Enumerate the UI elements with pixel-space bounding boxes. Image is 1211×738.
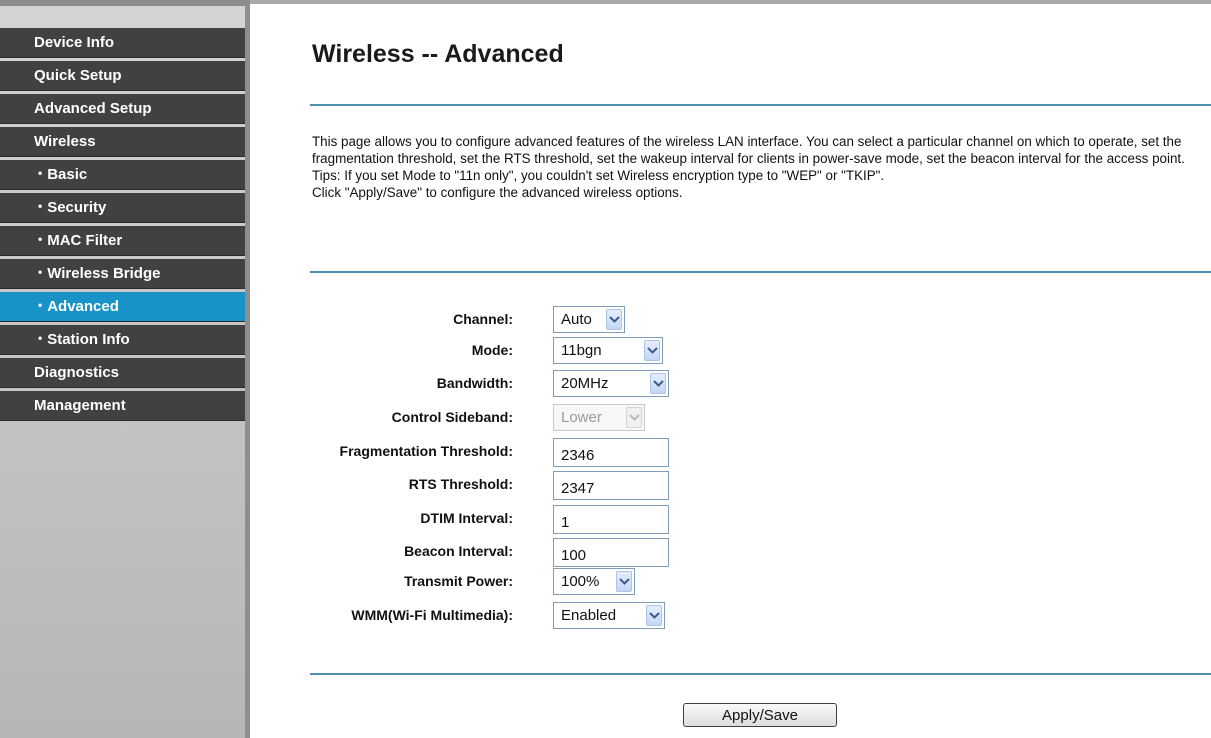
- fragmentation-threshold-row: Fragmentation Threshold: 2346: [250, 436, 1211, 467]
- dtim-interval-input[interactable]: 1: [553, 505, 669, 534]
- sidebar-item-wireless[interactable]: Wireless: [0, 127, 245, 157]
- mode-select[interactable]: 11bgn: [553, 337, 663, 364]
- channel-label: Channel:: [453, 311, 513, 327]
- bandwidth-select[interactable]: 20MHz: [553, 370, 669, 397]
- bullet-icon: •: [38, 232, 43, 246]
- bullet-icon: •: [38, 199, 43, 213]
- dtim-interval-label: DTIM Interval:: [420, 510, 513, 526]
- main-content: Wireless -- Advanced This page allows yo…: [250, 0, 1211, 738]
- wmm-label: WMM(Wi-Fi Multimedia):: [351, 607, 513, 623]
- sidebar-item-advanced[interactable]: • Advanced: [0, 292, 245, 322]
- channel-select[interactable]: Auto: [553, 306, 625, 333]
- page-description: This page allows you to configure advanc…: [312, 133, 1202, 201]
- rts-threshold-row: RTS Threshold: 2347: [250, 469, 1211, 500]
- sidebar-item-advanced-setup[interactable]: Advanced Setup: [0, 94, 245, 124]
- chevron-down-icon[interactable]: [606, 309, 622, 330]
- chevron-down-icon[interactable]: [646, 605, 662, 626]
- fragmentation-threshold-input[interactable]: 2346: [553, 438, 669, 467]
- transmit-power-select[interactable]: 100%: [553, 568, 635, 595]
- apply-save-button[interactable]: Apply/Save: [683, 703, 837, 727]
- fragmentation-threshold-label: Fragmentation Threshold:: [339, 443, 513, 459]
- bullet-icon: •: [38, 331, 43, 345]
- rts-threshold-label: RTS Threshold:: [408, 476, 513, 492]
- sidebar-nav: Device Info Quick Setup Advanced Setup W…: [0, 28, 245, 424]
- channel-row: Channel: Auto: [250, 304, 1211, 334]
- mode-value: 11bgn: [561, 342, 602, 359]
- horizontal-rule: [310, 271, 1211, 273]
- beacon-interval-input[interactable]: 100: [553, 538, 669, 567]
- control-sideband-value: Lower: [561, 409, 602, 426]
- chevron-down-icon[interactable]: [650, 373, 666, 394]
- sidebar-item-basic[interactable]: • Basic: [0, 160, 245, 190]
- transmit-power-value: 100%: [561, 573, 600, 590]
- rts-threshold-input[interactable]: 2347: [553, 471, 669, 500]
- sidebar-item-diagnostics[interactable]: Diagnostics: [0, 358, 245, 388]
- transmit-power-row: Transmit Power: 100%: [250, 566, 1211, 596]
- channel-value: Auto: [561, 311, 592, 328]
- wmm-select[interactable]: Enabled: [553, 602, 665, 629]
- beacon-interval-row: Beacon Interval: 100: [250, 536, 1211, 567]
- wmm-row: WMM(Wi-Fi Multimedia): Enabled: [250, 600, 1211, 630]
- mode-row: Mode: 11bgn: [250, 335, 1211, 365]
- sidebar-item-mac-filter[interactable]: • MAC Filter: [0, 226, 245, 256]
- sidebar: Device Info Quick Setup Advanced Setup W…: [0, 0, 245, 738]
- instruction-text: Click "Apply/Save" to configure the adva…: [312, 185, 683, 200]
- chevron-down-icon[interactable]: [644, 340, 660, 361]
- mode-label: Mode:: [471, 342, 513, 358]
- bandwidth-value: 20MHz: [561, 375, 609, 392]
- control-sideband-row: Control Sideband: Lower: [250, 402, 1211, 432]
- bullet-icon: •: [38, 298, 43, 312]
- control-sideband-label: Control Sideband:: [391, 409, 513, 425]
- sidebar-top-band: [0, 0, 245, 6]
- dtim-interval-row: DTIM Interval: 1: [250, 503, 1211, 534]
- bullet-icon: •: [38, 166, 43, 180]
- bandwidth-row: Bandwidth: 20MHz: [250, 368, 1211, 398]
- bullet-icon: •: [38, 265, 43, 279]
- description-text: This page allows you to configure advanc…: [312, 134, 1185, 166]
- sidebar-item-security[interactable]: • Security: [0, 193, 245, 223]
- control-sideband-select: Lower: [553, 404, 645, 431]
- wmm-value: Enabled: [561, 607, 617, 624]
- beacon-interval-label: Beacon Interval:: [404, 543, 513, 559]
- transmit-power-label: Transmit Power:: [404, 573, 513, 589]
- chevron-down-icon: [626, 407, 642, 428]
- tips-text: Tips: If you set Mode to "11n only", you…: [312, 168, 885, 183]
- bandwidth-label: Bandwidth:: [436, 375, 513, 391]
- chevron-down-icon[interactable]: [616, 571, 632, 592]
- sidebar-item-station-info[interactable]: • Station Info: [0, 325, 245, 355]
- page-title: Wireless -- Advanced: [312, 40, 564, 68]
- sidebar-item-management[interactable]: Management: [0, 391, 245, 421]
- sidebar-item-device-info[interactable]: Device Info: [0, 28, 245, 58]
- sidebar-item-quick-setup[interactable]: Quick Setup: [0, 61, 245, 91]
- horizontal-rule: [310, 104, 1211, 106]
- horizontal-rule: [310, 673, 1211, 675]
- sidebar-item-wireless-bridge[interactable]: • Wireless Bridge: [0, 259, 245, 289]
